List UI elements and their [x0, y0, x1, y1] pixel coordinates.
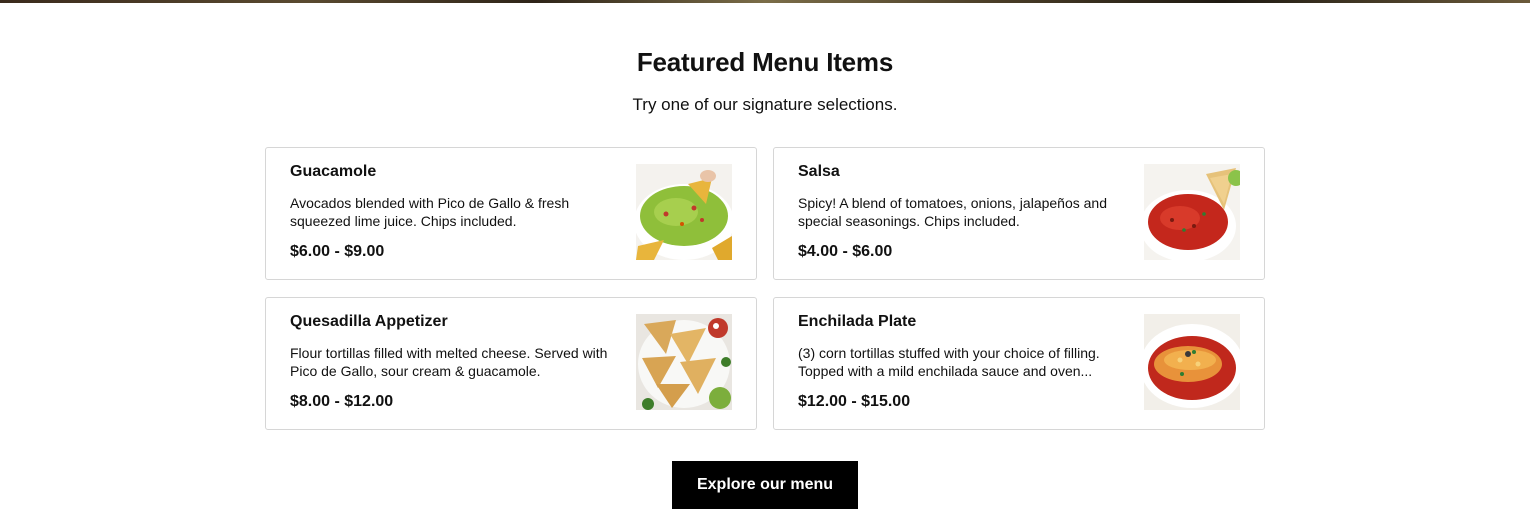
menu-item-name: Salsa: [798, 163, 840, 180]
menu-item-image-salsa: [1144, 164, 1240, 260]
menu-item-description: Avocados blended with Pico de Gallo & fr…: [290, 195, 570, 229]
section-title: Featured Menu Items: [636, 47, 894, 77]
menu-item-name: Guacamole: [290, 163, 377, 180]
menu-item-price: $4.00 - $6.00: [798, 243, 893, 260]
menu-item-card-salsa[interactable]: Salsa Spicy! A blend of tomatoes, onions…: [773, 147, 1265, 280]
menu-item-image-guacamole: [636, 164, 732, 260]
menu-item-image-enchilada: [1144, 314, 1240, 410]
featured-menu-section: Featured Menu Items Try one of our signa…: [0, 0, 1530, 530]
menu-item-name: Quesadilla Appetizer: [290, 313, 448, 330]
menu-item-description: Flour tortillas filled with melted chees…: [290, 345, 608, 379]
menu-item-image-quesadilla: [636, 314, 732, 410]
menu-item-card-guacamole[interactable]: Guacamole Avocados blended with Pico de …: [265, 147, 757, 280]
section-subtitle: Try one of our signature selections.: [632, 95, 898, 114]
menu-item-description: (3) corn tortillas stuffed with your cho…: [798, 345, 1100, 379]
explore-menu-button[interactable]: Explore our menu: [672, 461, 858, 509]
menu-item-card-quesadilla-appetizer[interactable]: Quesadilla Appetizer Flour tortillas fil…: [265, 297, 757, 430]
menu-item-price: $12.00 - $15.00: [798, 393, 911, 410]
menu-items-grid: Guacamole Avocados blended with Pico de …: [265, 147, 1265, 430]
menu-item-price: $8.00 - $12.00: [290, 393, 394, 410]
menu-item-card-enchilada-plate[interactable]: Enchilada Plate (3) corn tortillas stuff…: [773, 297, 1265, 430]
menu-item-description: Spicy! A blend of tomatoes, onions, jala…: [798, 195, 1107, 229]
menu-item-name: Enchilada Plate: [798, 313, 917, 330]
menu-item-price: $6.00 - $9.00: [290, 243, 385, 260]
